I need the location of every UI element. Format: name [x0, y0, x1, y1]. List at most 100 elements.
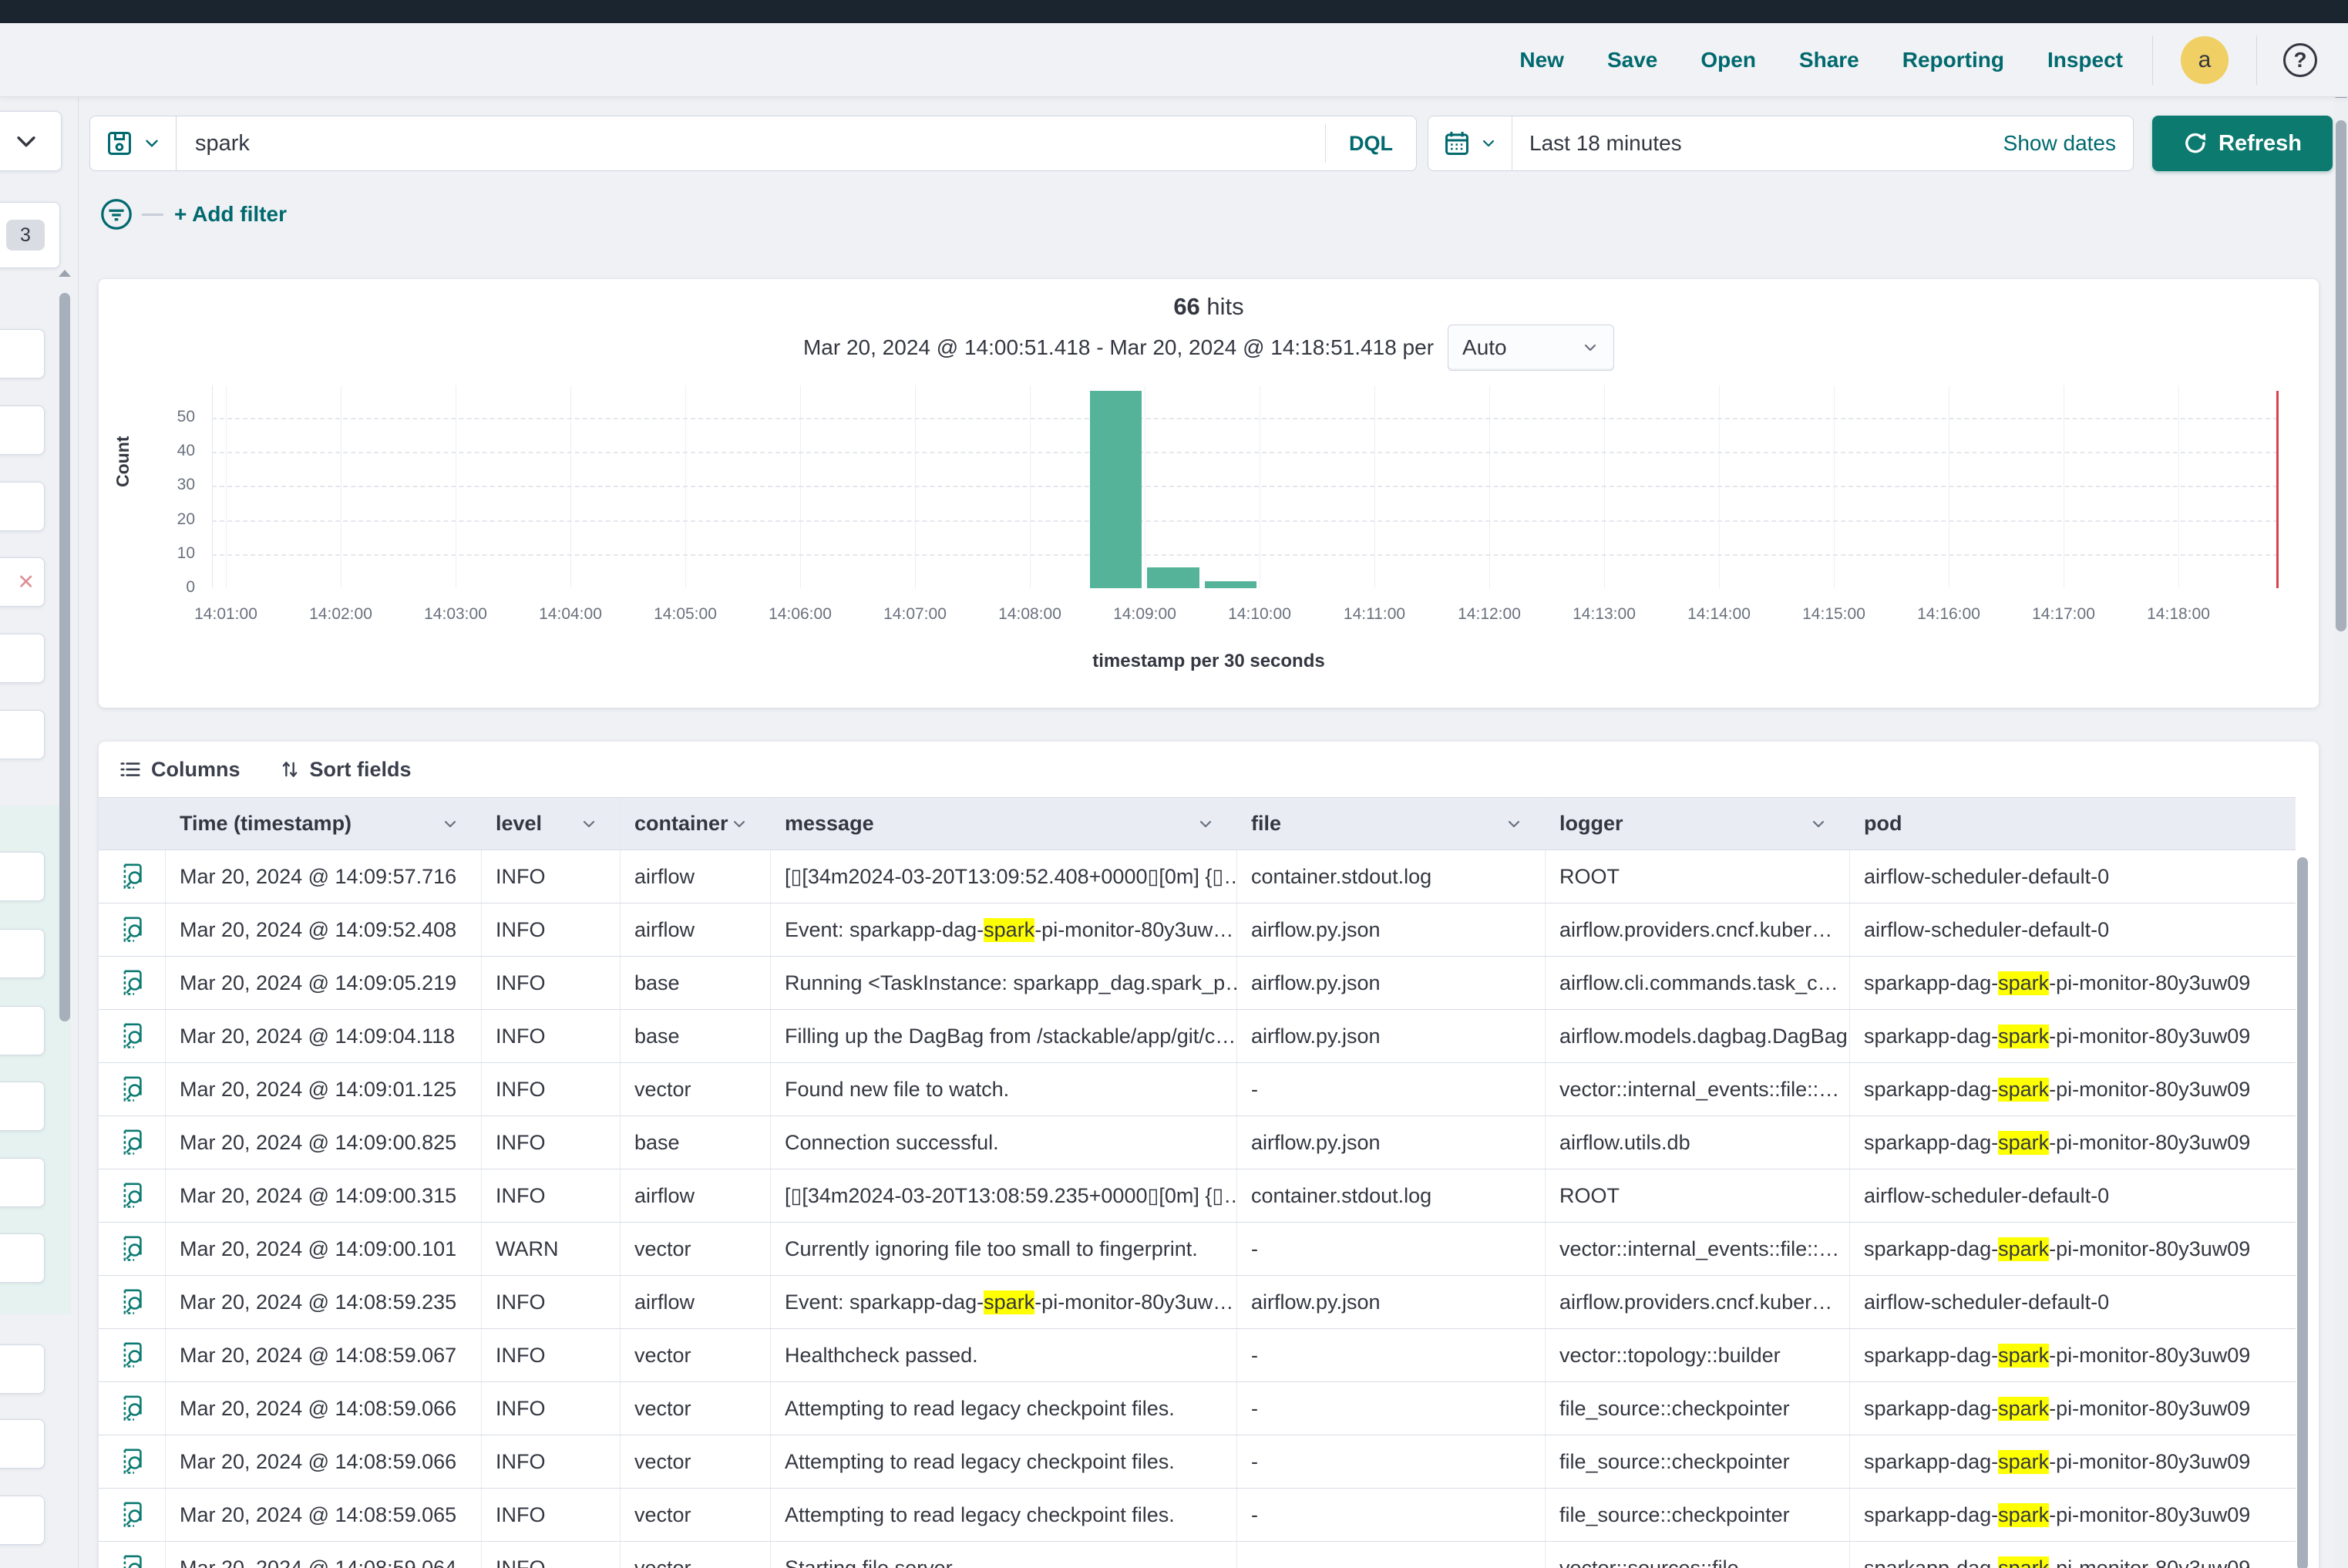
expand-document-button[interactable]: [99, 1489, 166, 1541]
field-item-partial[interactable]: [0, 1158, 45, 1207]
column-header-container[interactable]: container: [621, 798, 771, 850]
cell-time: Mar 20, 2024 @ 14:08:59.066: [166, 1382, 482, 1435]
field-item-partial[interactable]: ✕: [0, 557, 45, 607]
page-scrollbar-thumb[interactable]: [2336, 120, 2346, 631]
cell-file: -: [1237, 1329, 1546, 1381]
add-filter-button[interactable]: + Add filter: [174, 202, 287, 227]
filter-icon[interactable]: [99, 197, 134, 232]
expand-document-button[interactable]: [99, 1276, 166, 1328]
column-header-file[interactable]: file: [1237, 798, 1546, 850]
expand-document-button[interactable]: [99, 1116, 166, 1169]
column-header-time-timestamp-[interactable]: Time (timestamp): [166, 798, 482, 850]
field-item-partial[interactable]: [0, 1006, 45, 1055]
cell-file: container.stdout.log: [1237, 850, 1546, 903]
column-header-level[interactable]: level: [482, 798, 621, 850]
cell-level: INFO: [482, 1435, 621, 1488]
table-header-row: Time (timestamp)levelcontainermessagefil…: [99, 797, 2296, 850]
field-item-partial[interactable]: [0, 1082, 45, 1131]
expand-document-button[interactable]: [99, 957, 166, 1009]
field-item-partial[interactable]: [0, 852, 45, 901]
field-item-partial[interactable]: [0, 482, 45, 531]
cell-message: Event: sparkapp-dag-spark-pi-monitor-80y…: [771, 903, 1237, 956]
time-range-value[interactable]: Last 18 minutes: [1512, 131, 1682, 156]
log-table: Time (timestamp)levelcontainermessagefil…: [99, 797, 2296, 1568]
chevron-down-icon[interactable]: [1505, 815, 1534, 833]
cell-container: vector: [621, 1382, 771, 1435]
histogram-bar[interactable]: [1090, 391, 1142, 588]
table-row: Mar 20, 2024 @ 14:08:59.235INFOairflowEv…: [99, 1276, 2296, 1329]
query-language-button[interactable]: DQL: [1326, 132, 1416, 156]
field-item-partial[interactable]: [0, 634, 45, 683]
table-row: Mar 20, 2024 @ 14:09:00.101WARNvectorCur…: [99, 1223, 2296, 1276]
cell-file: container.stdout.log: [1237, 1169, 1546, 1222]
expand-document-button[interactable]: [99, 1329, 166, 1381]
date-quick-select-button[interactable]: [1428, 129, 1512, 158]
expand-document-button[interactable]: [99, 903, 166, 956]
field-item-partial[interactable]: [0, 1496, 45, 1545]
avatar[interactable]: a: [2181, 36, 2229, 84]
sidebar-collapse-button[interactable]: [0, 111, 62, 171]
field-item-partial[interactable]: [0, 1344, 45, 1394]
expand-document-button[interactable]: [99, 1435, 166, 1488]
nav-item-share[interactable]: Share: [1799, 48, 1859, 72]
cell-time: Mar 20, 2024 @ 14:09:01.125: [166, 1063, 482, 1115]
cell-file: airflow.py.json: [1237, 1276, 1546, 1328]
field-item-partial[interactable]: [0, 329, 45, 379]
saved-query-menu-button[interactable]: [89, 116, 176, 171]
table-row: Mar 20, 2024 @ 14:09:57.716INFOairflow[▯…: [99, 850, 2296, 903]
expand-document-button[interactable]: [99, 1010, 166, 1062]
field-item-partial[interactable]: [0, 929, 45, 978]
expand-document-button[interactable]: [99, 1382, 166, 1435]
nav-item-reporting[interactable]: Reporting: [1902, 48, 2004, 72]
x-tick-label: 14:15:00: [1802, 605, 1865, 624]
search-input[interactable]: spark: [177, 131, 1325, 156]
field-item-partial[interactable]: [0, 1233, 45, 1283]
histogram-panel: 66 hits Mar 20, 2024 @ 14:00:51.418 - Ma…: [99, 279, 2319, 708]
cell-file: -: [1237, 1489, 1546, 1541]
cell-logger: vector::internal_events::file::…: [1546, 1063, 1850, 1115]
histogram-chart[interactable]: 14:01:0014:02:0014:03:0014:04:0014:05:00…: [99, 279, 2319, 708]
sidebar-scroll-up-arrow[interactable]: [59, 270, 71, 277]
cell-level: INFO: [482, 850, 621, 903]
chevron-down-icon[interactable]: [1809, 815, 1838, 833]
chevron-down-icon[interactable]: [441, 815, 470, 833]
nav-item-open[interactable]: Open: [1700, 48, 1756, 72]
column-header-logger[interactable]: logger: [1546, 798, 1850, 850]
columns-button[interactable]: Columns: [119, 758, 241, 782]
nav-item-new[interactable]: New: [1519, 48, 1564, 72]
expand-document-button[interactable]: [99, 1542, 166, 1568]
expand-document-button[interactable]: [99, 1169, 166, 1222]
nav-item-inspect[interactable]: Inspect: [2047, 48, 2123, 72]
chevron-down-icon[interactable]: [730, 815, 759, 833]
expand-document-button[interactable]: [99, 1223, 166, 1275]
refresh-button[interactable]: Refresh: [2152, 116, 2333, 171]
expand-document-button[interactable]: [99, 1063, 166, 1115]
cell-level: INFO: [482, 1276, 621, 1328]
remove-field-icon[interactable]: ✕: [17, 570, 35, 594]
table-row: Mar 20, 2024 @ 14:08:59.067INFOvectorHea…: [99, 1329, 2296, 1382]
sort-fields-button[interactable]: Sort fields: [279, 758, 412, 782]
cell-logger: ROOT: [1546, 1169, 1850, 1222]
chevron-down-icon[interactable]: [580, 815, 609, 833]
chevron-down-icon[interactable]: [1196, 815, 1226, 833]
table-row: Mar 20, 2024 @ 14:08:59.064INFOvectorSta…: [99, 1542, 2296, 1568]
expand-document-button[interactable]: [99, 850, 166, 903]
x-tick-label: 14:10:00: [1228, 605, 1291, 624]
histogram-bar[interactable]: [1147, 567, 1199, 588]
table-scrollbar[interactable]: [2297, 857, 2308, 1568]
help-icon[interactable]: ?: [2283, 43, 2317, 77]
sidebar-scrollbar[interactable]: [59, 293, 70, 1021]
column-header-pod[interactable]: pod: [1850, 798, 2296, 850]
histogram-bar[interactable]: [1205, 581, 1257, 588]
nav-item-save[interactable]: Save: [1607, 48, 1657, 72]
cell-file: -: [1237, 1435, 1546, 1488]
show-dates-button[interactable]: Show dates: [2003, 131, 2133, 156]
column-header-message[interactable]: message: [771, 798, 1237, 850]
cell-logger: airflow.cli.commands.task_c…: [1546, 957, 1850, 1009]
table-row: Mar 20, 2024 @ 14:09:00.825INFObaseConne…: [99, 1116, 2296, 1169]
field-item-partial[interactable]: [0, 405, 45, 455]
cell-time: Mar 20, 2024 @ 14:08:59.066: [166, 1435, 482, 1488]
field-item-partial[interactable]: [0, 1419, 45, 1469]
cell-level: WARN: [482, 1223, 621, 1275]
field-item-partial[interactable]: [0, 710, 45, 759]
